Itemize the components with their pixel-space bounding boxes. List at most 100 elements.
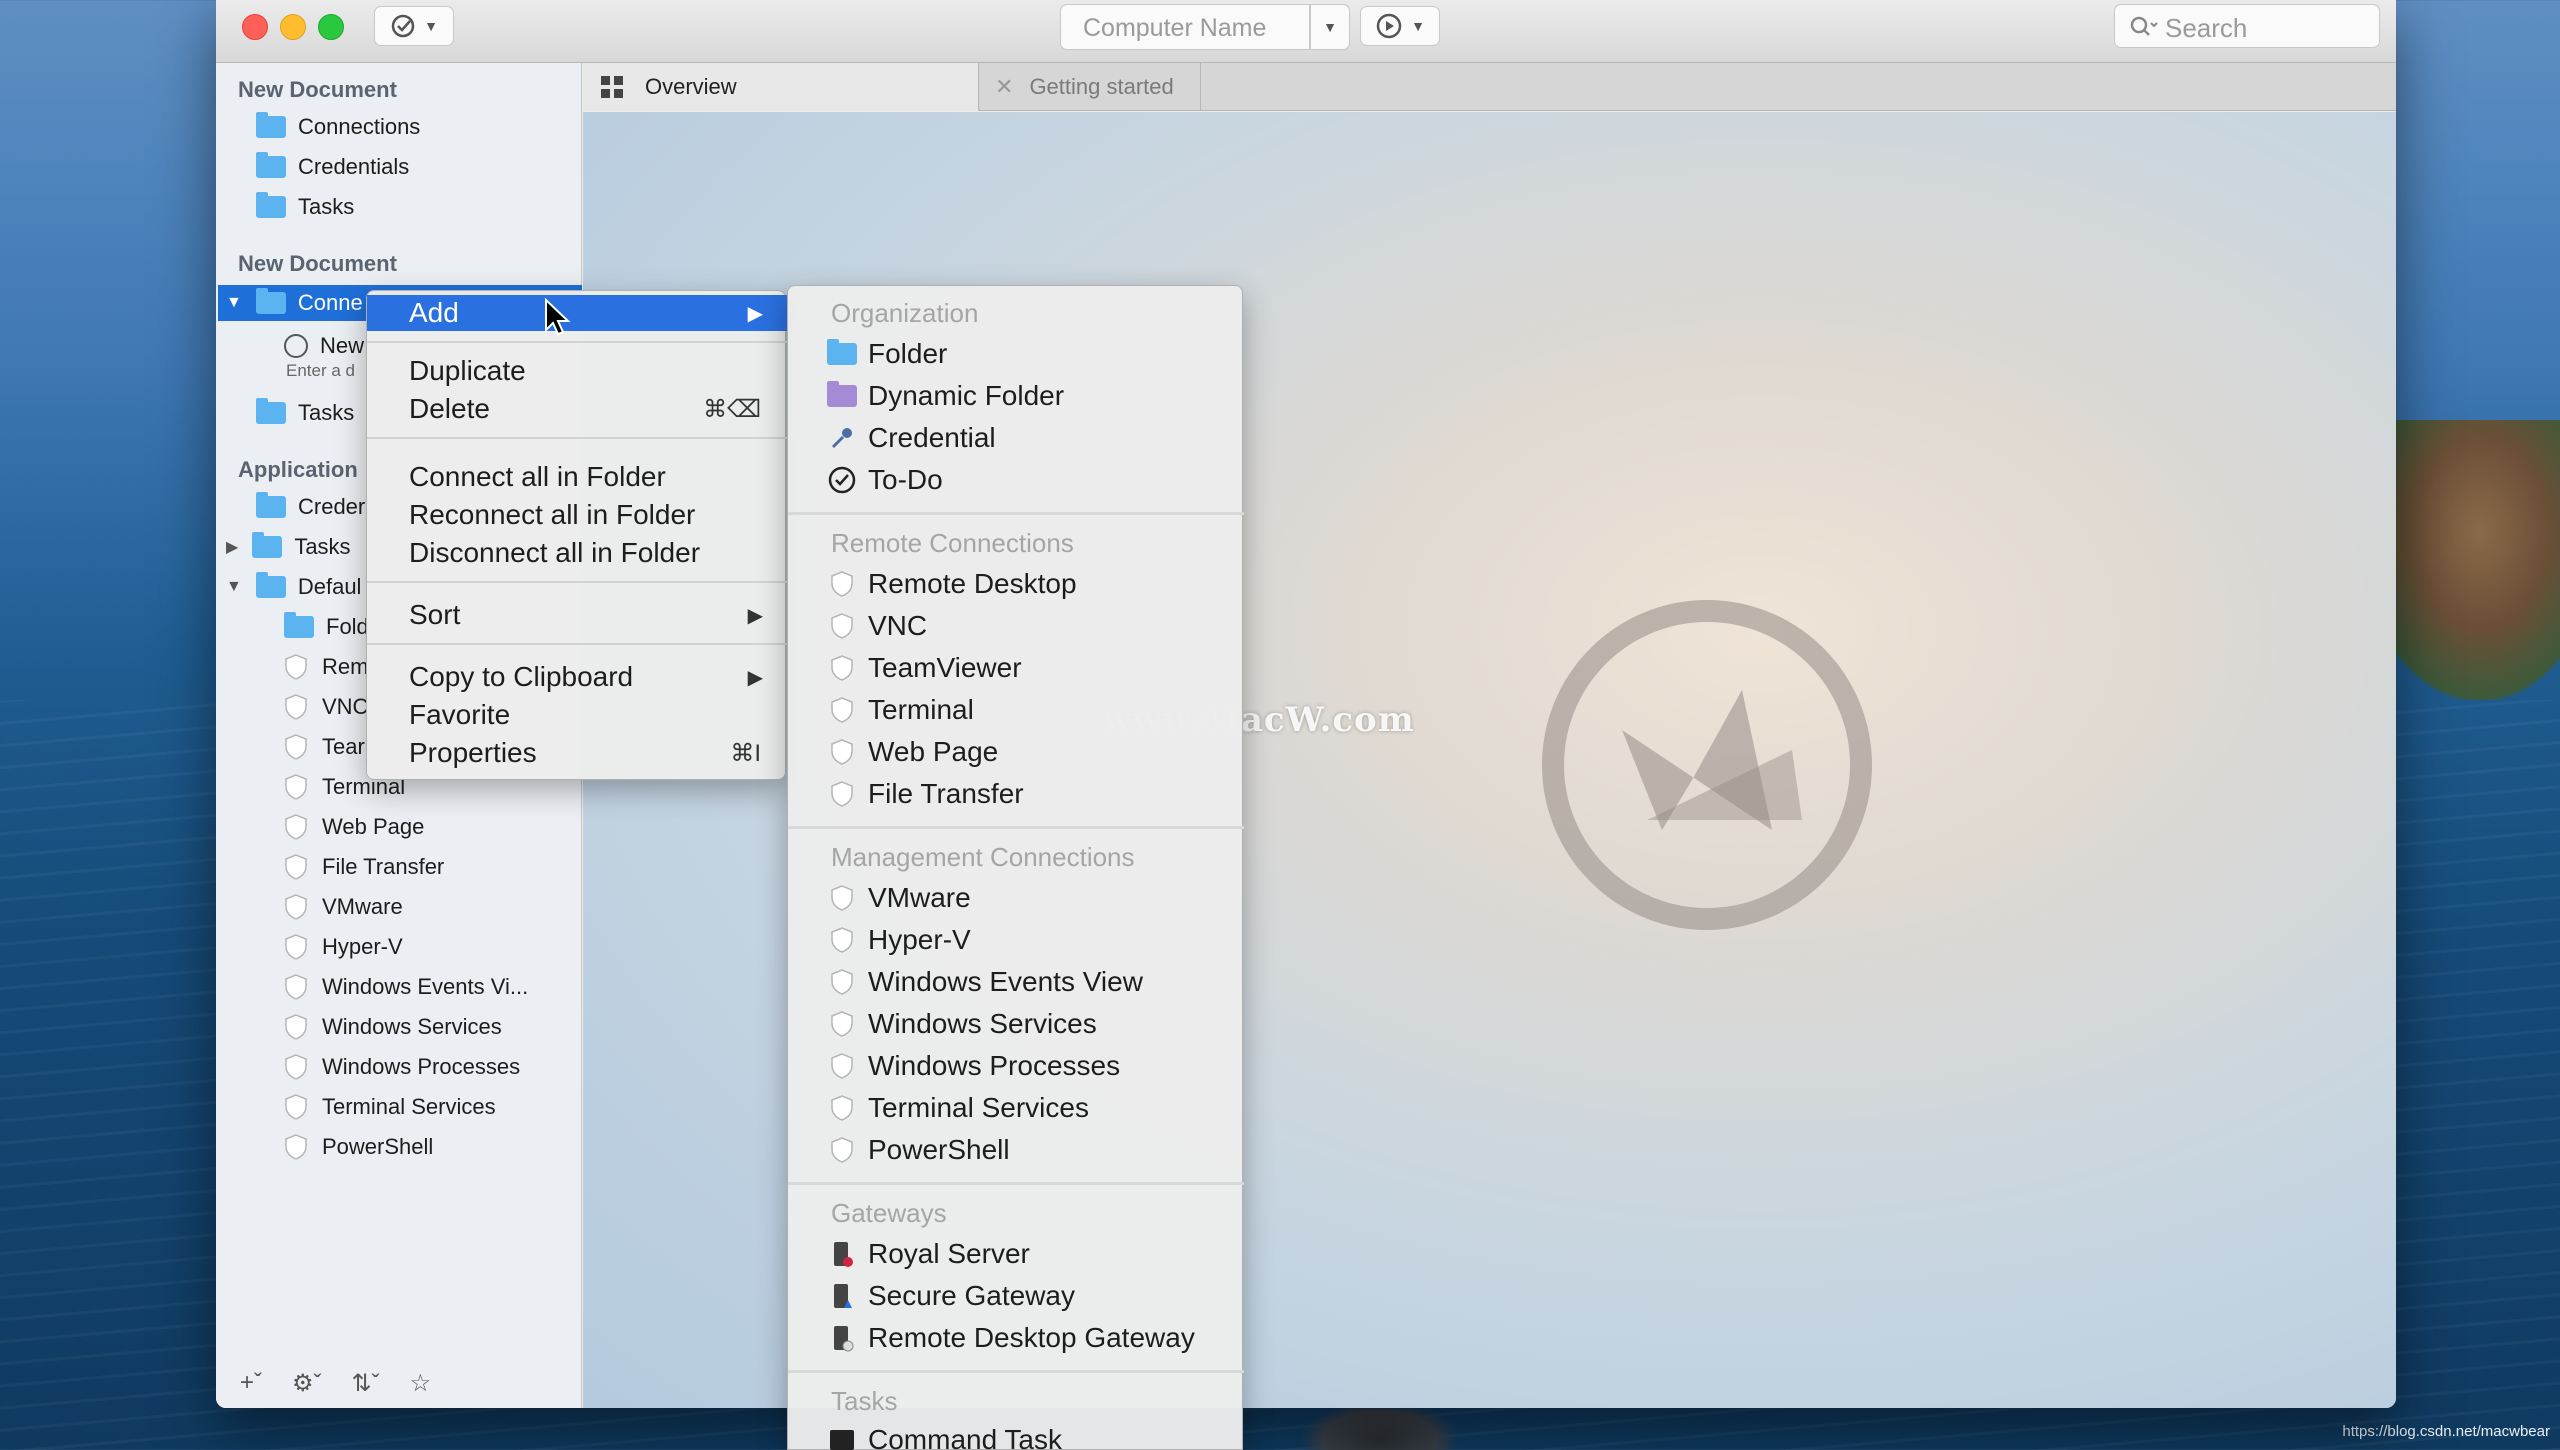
submenu-item-terminal-services[interactable]: Terminal Services: [828, 1088, 1089, 1128]
folder-icon: [827, 339, 857, 365]
menu-item-favorite[interactable]: Favorite: [367, 697, 787, 733]
folder-icon: [256, 192, 286, 218]
checkmark-circle-icon: [828, 466, 856, 494]
submenu-item-credential[interactable]: Credential: [828, 418, 996, 458]
submenu-item-label: PowerShell: [868, 1134, 1010, 1165]
star-icon[interactable]: ☆: [410, 1369, 432, 1398]
disclosure-triangle-icon[interactable]: ▼: [226, 578, 242, 596]
sidebar-item-default[interactable]: ▼ Defaul: [226, 569, 361, 605]
submenu-item-folder[interactable]: Folder: [827, 334, 948, 374]
shield-icon: [285, 1014, 307, 1040]
menu-item-copy-to-clipboard[interactable]: Copy to Clipboard ▶: [367, 659, 787, 695]
sidebar-item-label: VMware: [322, 894, 403, 919]
submenu-item-remote-desktop[interactable]: Remote Desktop: [828, 564, 1077, 604]
tab-overview[interactable]: Overview: [583, 63, 979, 111]
sidebar-item-label: Windows Services: [322, 1014, 502, 1039]
tab-label: Getting started: [1029, 74, 1174, 99]
menu-separator: [788, 826, 1244, 829]
shield-icon: [285, 1094, 307, 1120]
properties-shortcut: ⌘I: [730, 739, 761, 767]
sidebar-item-credentials[interactable]: Creder: [256, 489, 365, 525]
sidebar-item-web-page[interactable]: Web Page: [284, 809, 424, 845]
play-action-button[interactable]: ▼: [1360, 6, 1440, 46]
menu-item-label: Reconnect all in Folder: [409, 499, 696, 530]
submenu-item-teamviewer[interactable]: TeamViewer: [828, 648, 1022, 688]
submenu-item-windows-processes[interactable]: Windows Processes: [828, 1046, 1120, 1086]
search-field[interactable]: Search: [2114, 4, 2380, 48]
submenu-item-label: Windows Events View: [868, 966, 1143, 997]
submenu-item-hyper-v[interactable]: Hyper-V: [828, 920, 971, 960]
submenu-item-terminal[interactable]: Terminal: [828, 690, 974, 730]
submenu-section-title: Tasks: [831, 1386, 898, 1416]
sidebar-item-windows-services[interactable]: Windows Services: [284, 1009, 502, 1045]
sidebar-item-label: Rem: [322, 654, 369, 679]
gear-icon[interactable]: ⚙ˇ: [292, 1369, 322, 1398]
sidebar-item-label: Windows Events Vi...: [322, 974, 529, 999]
sidebar-item-tasks[interactable]: Tasks: [256, 189, 354, 225]
shield-icon: [831, 969, 853, 995]
submenu-item-label: Folder: [868, 338, 948, 369]
folder-icon: [255, 572, 286, 598]
sidebar-item-credentials[interactable]: Credentials: [256, 149, 409, 185]
sidebar-item-vmware[interactable]: VMware: [284, 889, 403, 925]
submenu-item-secure-gateway[interactable]: Secure Gateway: [828, 1276, 1075, 1316]
computer-name-input[interactable]: Computer Name: [1060, 4, 1310, 50]
tab-getting-started[interactable]: ✕ Getting started: [979, 63, 1201, 111]
menu-item-properties[interactable]: Properties ⌘I: [367, 735, 787, 771]
submenu-item-windows-services[interactable]: Windows Services: [828, 1004, 1097, 1044]
menu-item-connect-all[interactable]: Connect all in Folder: [367, 459, 787, 495]
submenu-item-label: Hyper-V: [868, 924, 971, 955]
sidebar-item-label: Windows Processes: [322, 1054, 521, 1079]
menu-item-duplicate[interactable]: Duplicate: [367, 353, 787, 389]
sidebar-item-vnc[interactable]: VNC: [284, 689, 368, 725]
sidebar-item-connections[interactable]: Connections: [256, 109, 420, 145]
shield-icon: [831, 1053, 853, 1079]
menu-item-add[interactable]: Add ▶: [367, 295, 787, 331]
close-button[interactable]: [242, 14, 268, 40]
sidebar-item-hyper-v[interactable]: Hyper-V: [284, 929, 403, 965]
submenu-item-royal-server[interactable]: Royal Server: [828, 1234, 1030, 1274]
sidebar-item-tasks[interactable]: Tasks: [256, 395, 354, 431]
sidebar-item-teamviewer[interactable]: Tear: [284, 729, 365, 765]
sidebar-item-folder[interactable]: Fold: [284, 609, 369, 645]
mouse-pointer-icon: [545, 298, 571, 336]
sidebar-item-windows-processes[interactable]: Windows Processes: [284, 1049, 520, 1085]
submenu-item-vnc[interactable]: VNC: [828, 606, 927, 646]
submenu-item-command-task[interactable]: Command Task: [828, 1420, 1062, 1450]
sidebar-item-file-transfer[interactable]: File Transfer: [284, 849, 444, 885]
sidebar-item-windows-events-view[interactable]: Windows Events Vi...: [284, 969, 528, 1005]
menu-item-disconnect-all[interactable]: Disconnect all in Folder: [367, 535, 787, 571]
menu-item-label: Copy to Clipboard: [409, 661, 634, 692]
sidebar-item-connections-selected[interactable]: ▼ Conne: [226, 285, 363, 321]
menu-item-sort[interactable]: Sort ▶: [367, 597, 787, 633]
close-icon[interactable]: ✕: [995, 74, 1013, 100]
tab-label: Overview: [645, 74, 737, 99]
add-menu-icon[interactable]: +ˇ: [240, 1369, 262, 1397]
sync-icon[interactable]: ⇅ˇ: [352, 1369, 380, 1398]
connect-action-button[interactable]: ▼: [374, 6, 454, 46]
submenu-item-label: Terminal: [868, 694, 974, 725]
submenu-item-dynamic-folder[interactable]: Dynamic Folder: [827, 376, 1064, 416]
zoom-button[interactable]: [318, 14, 344, 40]
submenu-item-to-do[interactable]: To-Do: [828, 460, 943, 500]
play-icon: [1376, 13, 1402, 39]
submenu-item-windows-events-view[interactable]: Windows Events View: [828, 962, 1143, 1002]
circle-icon: [284, 334, 308, 358]
sidebar-item-remote-desktop[interactable]: Rem: [284, 649, 368, 685]
sidebar-item-powershell[interactable]: PowerShell: [284, 1129, 433, 1165]
submenu-item-file-transfer[interactable]: File Transfer: [828, 774, 1024, 814]
menu-item-reconnect-all[interactable]: Reconnect all in Folder: [367, 497, 787, 533]
submenu-item-label: Secure Gateway: [868, 1280, 1075, 1311]
submenu-item-vmware[interactable]: VMware: [828, 878, 971, 918]
minimize-button[interactable]: [280, 14, 306, 40]
sidebar-item-tasks[interactable]: ▶ Tasks: [226, 529, 351, 565]
submenu-item-web-page[interactable]: Web Page: [828, 732, 998, 772]
menu-item-delete[interactable]: Delete ⌘⌫: [367, 391, 787, 427]
disclosure-triangle-icon[interactable]: ▼: [226, 294, 242, 312]
sidebar-item-terminal-services[interactable]: Terminal Services: [284, 1089, 496, 1125]
submenu-item-remote-desktop-gateway[interactable]: Remote Desktop Gateway: [828, 1318, 1195, 1358]
disclosure-triangle-icon[interactable]: ▶: [226, 537, 238, 557]
submenu-item-powershell[interactable]: PowerShell: [828, 1130, 1010, 1170]
submenu-section-title: Remote Connections: [831, 528, 1074, 558]
computer-name-dropdown[interactable]: ▼: [1310, 4, 1350, 50]
